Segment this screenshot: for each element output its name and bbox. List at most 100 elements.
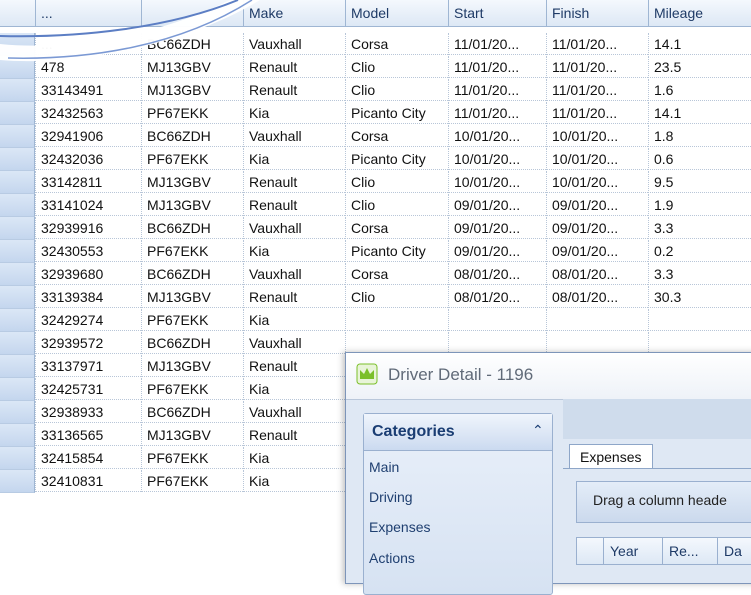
column-header-model[interactable]: Model <box>345 0 448 26</box>
table-cell: 11/01/20... <box>448 79 546 101</box>
table-cell: 33136565 <box>35 424 141 446</box>
table-cell: 3.3 <box>648 217 751 239</box>
column-header-year[interactable]: Year <box>603 538 638 564</box>
row-selector[interactable] <box>0 447 35 470</box>
table-row[interactable]: 32430553 PF67EKK Kia Picanto City 09/01/20..… <box>0 240 751 263</box>
table-cell: MJ13GBV <box>141 194 243 216</box>
table-row[interactable]: 32432563 PF67EKK Kia Picanto City 11/01/20..… <box>0 102 751 125</box>
tab-expenses[interactable]: Expenses <box>569 444 653 468</box>
column-header-id[interactable]: ... <box>35 0 141 26</box>
table-cell: Vauxhall <box>243 33 345 55</box>
table-cell: Vauxhall <box>243 263 345 285</box>
column-header-da[interactable]: Da <box>717 538 742 564</box>
table-cell: PF67EKK <box>141 102 243 124</box>
row-selector[interactable] <box>0 125 35 148</box>
group-by-panel[interactable]: Drag a column heade <box>576 481 751 523</box>
table-row[interactable]: 32939916 BC66ZDH Vauxhall Corsa 09/01/20... 0… <box>0 217 751 240</box>
row-selector[interactable] <box>0 378 35 401</box>
table-cell: 30.3 <box>648 286 751 308</box>
column-header-re[interactable]: Re... <box>662 538 699 564</box>
column-header-finish[interactable]: Finish <box>546 0 648 26</box>
table-cell <box>345 332 448 354</box>
table-cell: 33137971 <box>35 355 141 377</box>
row-selector[interactable] <box>0 56 35 79</box>
column-header-make[interactable]: Make <box>243 0 345 26</box>
row-selector[interactable] <box>0 79 35 102</box>
column-header-mileage[interactable]: Mileage <box>648 0 751 26</box>
table-cell: Corsa <box>345 33 448 55</box>
table-cell: BC66ZDH <box>141 125 243 147</box>
column-header-start[interactable]: Start <box>448 0 546 26</box>
table-row[interactable]: 33139384 MJ13GBV Renault Clio 08/01/20... 08/… <box>0 286 751 309</box>
row-selector[interactable] <box>0 424 35 447</box>
table-row[interactable]: ... BC66ZDH Vauxhall Corsa 11/01/20... 11/01/… <box>0 33 751 56</box>
table-cell: 09/01/20... <box>448 194 546 216</box>
table-row[interactable]: 32429274 PF67EKK Kia <box>0 309 751 332</box>
table-row[interactable]: 32939680 BC66ZDH Vauxhall Corsa 08/01/20... 0… <box>0 263 751 286</box>
categories-panel: Categories ⌃ Main Driving Expenses Actio… <box>363 413 553 595</box>
table-cell: Kia <box>243 378 345 400</box>
table-cell: 14.1 <box>648 33 751 55</box>
table-row[interactable]: 478 MJ13GBV Renault Clio 11/01/20... 11/01/20… <box>0 56 751 79</box>
table-cell: 1.9 <box>648 194 751 216</box>
table-cell: Kia <box>243 447 345 469</box>
row-selector[interactable] <box>0 332 35 355</box>
table-cell: 33143491 <box>35 79 141 101</box>
table-cell: 33141024 <box>35 194 141 216</box>
table-cell: Corsa <box>345 217 448 239</box>
dialog-titlebar[interactable]: Driver Detail - 1196 <box>346 353 751 400</box>
row-selector[interactable] <box>0 470 35 493</box>
table-cell: Picanto City <box>345 102 448 124</box>
table-cell: 10/01/20... <box>546 125 648 147</box>
row-selector[interactable] <box>0 217 35 240</box>
table-row[interactable]: 32941906 BC66ZDH Vauxhall Corsa 10/01/20... 1… <box>0 125 751 148</box>
row-selector[interactable] <box>0 309 35 332</box>
table-cell: Clio <box>345 56 448 78</box>
category-item-driving[interactable]: Driving <box>369 489 413 505</box>
double-chevron-up-icon[interactable]: ⌃ <box>532 422 544 439</box>
row-selector[interactable] <box>0 286 35 309</box>
table-cell: Renault <box>243 79 345 101</box>
row-selector[interactable] <box>0 33 35 56</box>
row-selector[interactable] <box>0 240 35 263</box>
category-item-actions[interactable]: Actions <box>369 550 415 566</box>
table-cell: Picanto City <box>345 148 448 170</box>
table-cell: 32939572 <box>35 332 141 354</box>
table-cell: BC66ZDH <box>141 217 243 239</box>
table-cell: Vauxhall <box>243 401 345 423</box>
table-cell: Kia <box>243 240 345 262</box>
table-cell: 11/01/20... <box>546 56 648 78</box>
column-header-registration[interactable] <box>141 0 243 26</box>
table-cell: 11/01/20... <box>546 102 648 124</box>
table-cell <box>546 309 648 331</box>
table-cell <box>648 309 751 331</box>
table-row[interactable]: 33142811 MJ13GBV Renault Clio 10/01/20... 10/… <box>0 171 751 194</box>
table-cell: Clio <box>345 286 448 308</box>
table-cell: 23.5 <box>648 56 751 78</box>
table-cell: 09/01/20... <box>546 240 648 262</box>
row-selector[interactable] <box>0 171 35 194</box>
table-cell: 08/01/20... <box>448 263 546 285</box>
row-selector[interactable] <box>0 263 35 286</box>
row-selector[interactable] <box>0 148 35 171</box>
table-row[interactable]: 33141024 MJ13GBV Renault Clio 09/01/20... 09/… <box>0 194 751 217</box>
table-cell: BC66ZDH <box>141 332 243 354</box>
row-selector[interactable] <box>0 401 35 424</box>
table-row[interactable]: 33143491 MJ13GBV Renault Clio 11/01/20... 11/… <box>0 79 751 102</box>
category-item-main[interactable]: Main <box>369 459 399 475</box>
row-selector[interactable] <box>0 102 35 125</box>
grid-header: ... Make Model Start Finish Mileage <box>0 0 751 27</box>
table-cell: Clio <box>345 194 448 216</box>
table-cell: MJ13GBV <box>141 56 243 78</box>
table-cell: 10/01/20... <box>546 148 648 170</box>
table-cell: PF67EKK <box>141 470 243 492</box>
category-item-expenses[interactable]: Expenses <box>369 519 430 535</box>
table-row[interactable]: 32432036 PF67EKK Kia Picanto City 10/01/20..… <box>0 148 751 171</box>
table-cell: 10/01/20... <box>448 125 546 147</box>
table-cell: 10/01/20... <box>546 171 648 193</box>
row-selector[interactable] <box>0 194 35 217</box>
row-selector[interactable] <box>0 355 35 378</box>
table-cell: 09/01/20... <box>448 240 546 262</box>
categories-header[interactable]: Categories ⌃ <box>364 414 552 451</box>
table-cell: 32432036 <box>35 148 141 170</box>
